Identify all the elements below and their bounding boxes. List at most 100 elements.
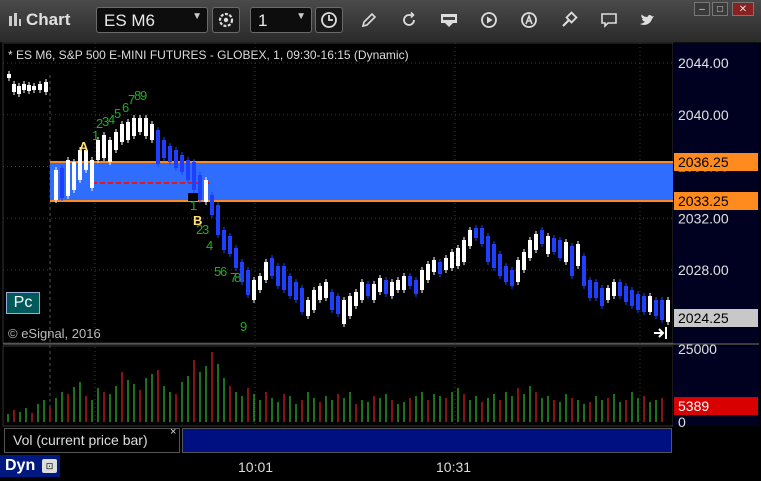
price-candle	[228, 236, 232, 254]
get-button[interactable]	[438, 9, 460, 31]
price-candle	[648, 296, 652, 312]
price-candle	[552, 238, 556, 252]
price-candle	[636, 294, 640, 310]
price-candle	[240, 262, 244, 282]
refresh-icon	[403, 11, 415, 26]
lock-icon[interactable]: ⊡	[42, 459, 57, 473]
symbol-settings-button[interactable]	[212, 7, 240, 33]
price-candle	[252, 280, 256, 300]
pc-button[interactable]: Pc	[6, 292, 40, 314]
price-candle	[72, 162, 76, 190]
price-candle	[612, 282, 616, 296]
lower-price-tag: 2033.25	[678, 193, 729, 209]
price-candle	[396, 280, 400, 290]
price-candle	[198, 175, 202, 200]
price-chart[interactable]: AB12345 6789123456 789 2044.002040.002036.…	[0, 0, 761, 481]
price-candle	[90, 160, 94, 188]
play-button[interactable]	[478, 9, 500, 31]
setup-count-up: 1	[92, 128, 99, 143]
price-candle	[7, 74, 11, 78]
price-candle	[84, 150, 88, 170]
close-button[interactable]: ✕	[732, 2, 754, 16]
price-candle	[468, 230, 472, 246]
price-candle	[300, 288, 304, 312]
price-candle	[474, 228, 478, 238]
tools-button[interactable]	[558, 9, 580, 31]
time-tick-1031: 10:31	[436, 459, 472, 475]
price-candle	[17, 86, 21, 94]
price-candle	[78, 150, 82, 180]
price-candle	[582, 256, 586, 286]
price-candle	[528, 240, 532, 258]
price-candle	[498, 254, 502, 276]
price-candle	[426, 264, 430, 280]
price-candle	[510, 270, 514, 286]
time-axis	[0, 455, 761, 481]
time-tick-1001: 10:01	[238, 459, 274, 475]
price-candle	[66, 160, 70, 196]
setup-count-down: 8	[234, 270, 241, 285]
settings-icon	[218, 12, 234, 28]
price-candle	[132, 118, 136, 136]
price-candle	[192, 162, 196, 190]
price-candle	[408, 276, 412, 286]
upper-price-tag: 2036.25	[678, 154, 729, 170]
price-candle	[12, 84, 16, 92]
price-candle	[564, 242, 568, 262]
price-candle	[318, 286, 322, 300]
setup-count-up: 7	[128, 92, 135, 107]
price-candle	[246, 270, 250, 295]
clock-icon	[321, 12, 337, 28]
setup-count-up: 5	[114, 106, 121, 121]
price-candle	[114, 132, 118, 150]
volume-close-icon[interactable]: ×	[170, 426, 176, 438]
price-candle	[354, 292, 358, 306]
price-candle	[402, 276, 406, 290]
symbol-selector[interactable]: ES M6 ▼	[96, 7, 208, 33]
price-candle	[144, 118, 148, 136]
price-candle	[504, 266, 508, 282]
price-candle	[486, 236, 490, 262]
price-candle	[306, 300, 310, 316]
draw-button[interactable]	[358, 9, 380, 31]
volume-study-label[interactable]: Vol (current price bar)	[4, 428, 180, 453]
price-candle	[324, 282, 328, 298]
supply-zone	[50, 162, 673, 201]
upper-price-tag-bg	[674, 153, 758, 171]
setup-count-up: 9	[140, 88, 147, 103]
comment-button[interactable]	[598, 9, 620, 31]
price-candle	[342, 300, 346, 324]
price-candle	[570, 246, 574, 276]
price-candle	[540, 230, 544, 244]
interval-selector[interactable]: 1 ▼	[250, 7, 312, 33]
price-candle	[606, 288, 610, 300]
price-candle	[96, 140, 100, 160]
alert-button[interactable]	[518, 9, 540, 31]
price-candle	[546, 236, 550, 254]
price-candle	[54, 170, 58, 200]
price-candle	[108, 140, 112, 162]
setup-count-down: 4	[206, 238, 213, 253]
twitter-button[interactable]	[636, 9, 658, 31]
twitter-icon	[640, 14, 654, 25]
price-candle	[558, 240, 562, 258]
maximize-button[interactable]: □	[712, 2, 728, 16]
price-candle	[594, 282, 598, 298]
setup-count-down: 6	[220, 264, 227, 279]
chevron-down-icon: ▼	[192, 11, 202, 22]
interval-clock-button[interactable]	[315, 7, 343, 33]
price-candle	[330, 292, 334, 310]
price-candle	[126, 122, 130, 140]
refresh-button[interactable]	[398, 9, 420, 31]
price-candle	[438, 262, 442, 274]
label-a: A	[79, 139, 89, 154]
price-candle	[27, 85, 31, 91]
setup-count-down: 7	[230, 270, 237, 285]
alert-icon	[521, 12, 537, 28]
scroll-to-end-icon[interactable]	[653, 326, 669, 340]
price-tick: 2032.00	[678, 210, 729, 226]
price-candle	[414, 280, 418, 294]
price-candle	[462, 240, 466, 262]
minimize-button[interactable]: –	[694, 2, 710, 16]
price-candle	[204, 180, 208, 202]
